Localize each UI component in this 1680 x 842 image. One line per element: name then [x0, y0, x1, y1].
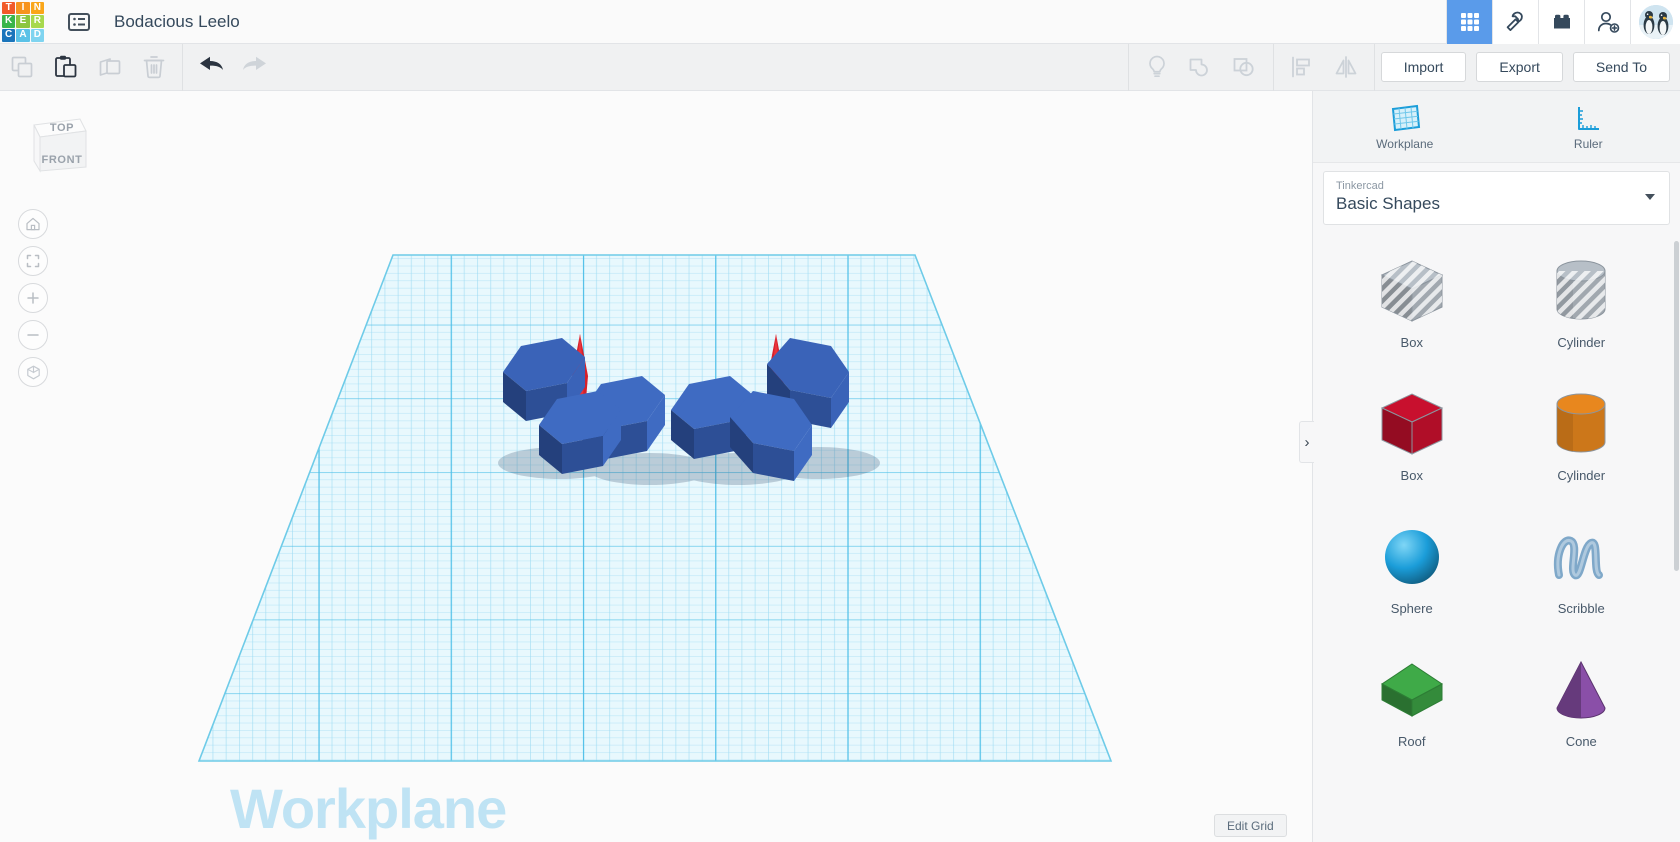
- shape-library-value: Basic Shapes: [1336, 194, 1440, 213]
- delete-button[interactable]: [132, 44, 176, 91]
- workplane-icon: [1391, 104, 1420, 131]
- duplicate-button[interactable]: [88, 44, 132, 91]
- shape-item-cylinder[interactable]: Cylinder: [1497, 374, 1667, 505]
- ruler-tool-label: Ruler: [1573, 136, 1603, 151]
- workplane-tool-label: Workplane: [1376, 136, 1434, 151]
- home-view-button[interactable]: [18, 209, 48, 239]
- shape-item-box[interactable]: Box: [1327, 374, 1497, 505]
- ruler-icon: [1578, 106, 1600, 130]
- ungroup-button[interactable]: [1223, 44, 1267, 91]
- paste-button[interactable]: [44, 44, 88, 91]
- fit-to-view-button[interactable]: [18, 246, 48, 276]
- import-button[interactable]: Import: [1380, 52, 1467, 82]
- viewport-navigation: [18, 209, 48, 387]
- shape-item-label: Roof: [1398, 734, 1426, 749]
- shape-item-label: Scribble: [1557, 601, 1605, 616]
- panel-collapse-button[interactable]: ›: [1299, 421, 1314, 463]
- shape-library-kicker: Tinkercad: [1336, 180, 1384, 192]
- tinkercad-logo[interactable]: TIN KER CAD: [0, 0, 44, 44]
- zoom-in-button[interactable]: [18, 283, 48, 313]
- shape-item-box-hole[interactable]: Box: [1327, 241, 1497, 372]
- panel-tools: Workplane Ruler: [1313, 91, 1680, 163]
- grid-view-icon[interactable]: [1446, 0, 1492, 44]
- toolbar-divider: [182, 43, 183, 91]
- panel-scrollbar[interactable]: [1674, 241, 1679, 571]
- logo-tile-i-1: I: [16, 1, 30, 15]
- toolbar-divider-4: [1373, 43, 1375, 91]
- shape-item-label: Cone: [1565, 734, 1597, 749]
- logo-tile-t-0: T: [2, 1, 16, 15]
- scribble-icon: [1541, 517, 1621, 597]
- shape-item-sphere[interactable]: Sphere: [1327, 507, 1497, 638]
- document-title[interactable]: Bodacious Leelo: [114, 12, 240, 32]
- avatar[interactable]: [1630, 0, 1680, 44]
- shape-gallery: Box Cylinder Box Cylinder Sphere Scribble Roo…: [1313, 231, 1680, 842]
- workplane-tool[interactable]: Workplane: [1313, 91, 1497, 162]
- sphere-icon: [1372, 517, 1452, 597]
- zoom-out-button[interactable]: [18, 320, 48, 350]
- brick-icon[interactable]: [1538, 0, 1584, 44]
- logo-tile-r-5: R: [30, 15, 44, 28]
- main-toolbar: Import Export Send To: [0, 43, 1680, 91]
- logo-tile-c-6: C: [2, 28, 16, 42]
- shape-item-roof[interactable]: Roof: [1327, 640, 1497, 771]
- box-icon: [1372, 384, 1452, 464]
- align-button[interactable]: [1280, 44, 1324, 91]
- undo-button[interactable]: [189, 44, 233, 91]
- ruler-tool[interactable]: Ruler: [1497, 91, 1680, 162]
- roof-icon: [1372, 650, 1452, 730]
- view-cube[interactable]: TOP FRONT: [22, 109, 94, 181]
- box-hole-icon: [1372, 251, 1452, 331]
- cylinder-icon: [1541, 384, 1621, 464]
- invite-person-icon[interactable]: [1584, 0, 1630, 44]
- edit-grid-button[interactable]: Edit Grid: [1214, 814, 1287, 837]
- shapes-panel: › Workplane Ruler Tinkercad Basic Shapes…: [1299, 91, 1680, 842]
- list-menu-icon[interactable]: [64, 7, 94, 37]
- export-button[interactable]: Export: [1476, 52, 1563, 82]
- ortho-perspective-button[interactable]: [18, 357, 48, 387]
- view-cube-front[interactable]: FRONT: [38, 153, 86, 167]
- logo-tile-n-2: N: [30, 1, 44, 15]
- header-actions: [1446, 0, 1680, 44]
- cylinder-hole-icon: [1541, 251, 1621, 331]
- sendto-button[interactable]: Send To: [1572, 52, 1670, 82]
- shape-item-label: Cylinder: [1557, 335, 1606, 350]
- shape-item-label: Cylinder: [1557, 468, 1606, 483]
- redo-button[interactable]: [233, 44, 277, 91]
- mirror-button[interactable]: [1324, 44, 1368, 91]
- tinkercad-app: TIN KER CAD Bodacious Leelo Import Export …: [0, 0, 1680, 842]
- shape-item-scribble[interactable]: Scribble: [1497, 507, 1667, 638]
- shape-item-cylinder-hole[interactable]: Cylinder: [1497, 241, 1667, 372]
- app-header: TIN KER CAD Bodacious Leelo: [0, 0, 1680, 44]
- lightbulb-button[interactable]: [1135, 44, 1179, 91]
- chevron-down-icon: [1645, 194, 1655, 200]
- copy-button[interactable]: [0, 44, 44, 91]
- shape-item-label: Box: [1400, 468, 1423, 483]
- shape-item-label: Box: [1400, 335, 1423, 350]
- logo-tile-a-7: A: [16, 28, 30, 42]
- view-cube-top[interactable]: TOP: [42, 121, 82, 135]
- shape-item-cone[interactable]: Cone: [1497, 640, 1667, 771]
- logo-tile-e-4: E: [16, 15, 30, 28]
- shape-library-select[interactable]: Tinkercad Basic Shapes: [1323, 171, 1670, 225]
- shape-item-label: Sphere: [1390, 601, 1433, 616]
- logo-tile-d-8: D: [30, 28, 44, 42]
- logo-tile-k-3: K: [2, 15, 16, 28]
- group-button[interactable]: [1179, 44, 1223, 91]
- workplane-scene: [197, 254, 1113, 762]
- 3d-viewport[interactable]: Workplane TOP FRONT Edit Grid: [0, 91, 1312, 842]
- hammer-icon[interactable]: [1492, 0, 1538, 44]
- toolbar-divider-2: [1127, 43, 1129, 91]
- toolbar-divider-3: [1272, 43, 1274, 91]
- cone-icon: [1541, 650, 1621, 730]
